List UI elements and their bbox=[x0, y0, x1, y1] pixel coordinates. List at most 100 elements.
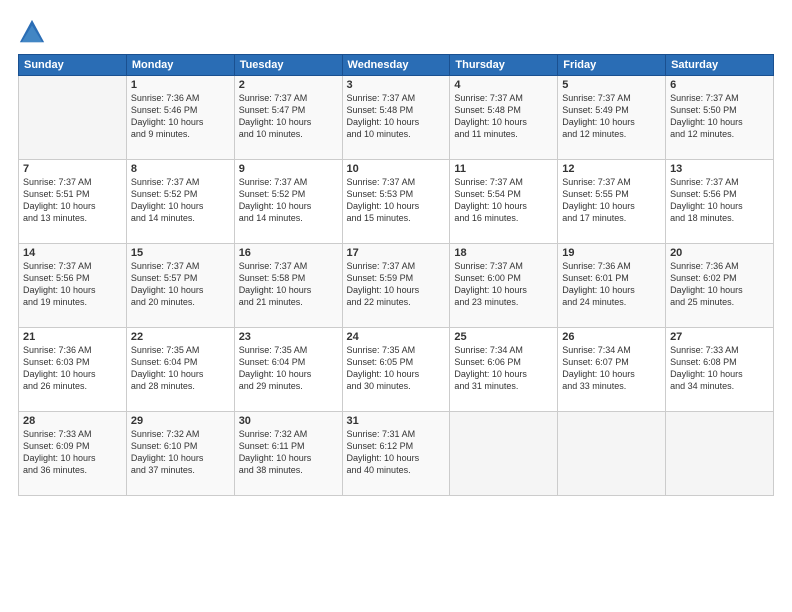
day-cell: 30Sunrise: 7:32 AMSunset: 6:11 PMDayligh… bbox=[234, 412, 342, 496]
day-info: Sunrise: 7:37 AMSunset: 5:52 PMDaylight:… bbox=[131, 176, 230, 225]
col-header-sunday: Sunday bbox=[19, 55, 127, 76]
day-info: Sunrise: 7:37 AMSunset: 5:47 PMDaylight:… bbox=[239, 92, 338, 141]
day-info: Sunrise: 7:37 AMSunset: 5:50 PMDaylight:… bbox=[670, 92, 769, 141]
day-number: 24 bbox=[347, 331, 446, 343]
logo-icon bbox=[18, 18, 46, 46]
day-number: 9 bbox=[239, 163, 338, 175]
day-number: 20 bbox=[670, 247, 769, 259]
logo bbox=[18, 18, 48, 46]
day-cell: 26Sunrise: 7:34 AMSunset: 6:07 PMDayligh… bbox=[558, 328, 666, 412]
week-row-3: 14Sunrise: 7:37 AMSunset: 5:56 PMDayligh… bbox=[19, 244, 774, 328]
day-info: Sunrise: 7:37 AMSunset: 5:51 PMDaylight:… bbox=[23, 176, 122, 225]
day-number: 8 bbox=[131, 163, 230, 175]
day-cell: 2Sunrise: 7:37 AMSunset: 5:47 PMDaylight… bbox=[234, 76, 342, 160]
day-cell: 25Sunrise: 7:34 AMSunset: 6:06 PMDayligh… bbox=[450, 328, 558, 412]
day-number: 5 bbox=[562, 79, 661, 91]
day-cell bbox=[450, 412, 558, 496]
day-cell: 21Sunrise: 7:36 AMSunset: 6:03 PMDayligh… bbox=[19, 328, 127, 412]
day-number: 27 bbox=[670, 331, 769, 343]
day-cell: 24Sunrise: 7:35 AMSunset: 6:05 PMDayligh… bbox=[342, 328, 450, 412]
day-cell: 20Sunrise: 7:36 AMSunset: 6:02 PMDayligh… bbox=[666, 244, 774, 328]
day-cell: 22Sunrise: 7:35 AMSunset: 6:04 PMDayligh… bbox=[126, 328, 234, 412]
day-cell: 5Sunrise: 7:37 AMSunset: 5:49 PMDaylight… bbox=[558, 76, 666, 160]
day-info: Sunrise: 7:36 AMSunset: 6:03 PMDaylight:… bbox=[23, 344, 122, 393]
day-info: Sunrise: 7:37 AMSunset: 5:48 PMDaylight:… bbox=[454, 92, 553, 141]
day-info: Sunrise: 7:37 AMSunset: 6:00 PMDaylight:… bbox=[454, 260, 553, 309]
day-info: Sunrise: 7:37 AMSunset: 5:54 PMDaylight:… bbox=[454, 176, 553, 225]
col-header-saturday: Saturday bbox=[666, 55, 774, 76]
day-cell: 31Sunrise: 7:31 AMSunset: 6:12 PMDayligh… bbox=[342, 412, 450, 496]
week-row-1: 1Sunrise: 7:36 AMSunset: 5:46 PMDaylight… bbox=[19, 76, 774, 160]
day-info: Sunrise: 7:31 AMSunset: 6:12 PMDaylight:… bbox=[347, 428, 446, 477]
day-info: Sunrise: 7:37 AMSunset: 5:58 PMDaylight:… bbox=[239, 260, 338, 309]
day-info: Sunrise: 7:35 AMSunset: 6:04 PMDaylight:… bbox=[239, 344, 338, 393]
week-row-5: 28Sunrise: 7:33 AMSunset: 6:09 PMDayligh… bbox=[19, 412, 774, 496]
day-number: 31 bbox=[347, 415, 446, 427]
day-cell: 29Sunrise: 7:32 AMSunset: 6:10 PMDayligh… bbox=[126, 412, 234, 496]
day-number: 12 bbox=[562, 163, 661, 175]
day-info: Sunrise: 7:37 AMSunset: 5:56 PMDaylight:… bbox=[23, 260, 122, 309]
day-info: Sunrise: 7:32 AMSunset: 6:10 PMDaylight:… bbox=[131, 428, 230, 477]
day-info: Sunrise: 7:33 AMSunset: 6:09 PMDaylight:… bbox=[23, 428, 122, 477]
day-info: Sunrise: 7:35 AMSunset: 6:05 PMDaylight:… bbox=[347, 344, 446, 393]
day-info: Sunrise: 7:36 AMSunset: 5:46 PMDaylight:… bbox=[131, 92, 230, 141]
page-header bbox=[18, 18, 774, 46]
day-cell: 19Sunrise: 7:36 AMSunset: 6:01 PMDayligh… bbox=[558, 244, 666, 328]
day-info: Sunrise: 7:36 AMSunset: 6:02 PMDaylight:… bbox=[670, 260, 769, 309]
day-info: Sunrise: 7:35 AMSunset: 6:04 PMDaylight:… bbox=[131, 344, 230, 393]
day-cell: 9Sunrise: 7:37 AMSunset: 5:52 PMDaylight… bbox=[234, 160, 342, 244]
week-row-4: 21Sunrise: 7:36 AMSunset: 6:03 PMDayligh… bbox=[19, 328, 774, 412]
col-header-tuesday: Tuesday bbox=[234, 55, 342, 76]
day-number: 23 bbox=[239, 331, 338, 343]
day-cell: 14Sunrise: 7:37 AMSunset: 5:56 PMDayligh… bbox=[19, 244, 127, 328]
day-cell: 27Sunrise: 7:33 AMSunset: 6:08 PMDayligh… bbox=[666, 328, 774, 412]
day-number: 29 bbox=[131, 415, 230, 427]
day-info: Sunrise: 7:37 AMSunset: 5:49 PMDaylight:… bbox=[562, 92, 661, 141]
day-info: Sunrise: 7:34 AMSunset: 6:07 PMDaylight:… bbox=[562, 344, 661, 393]
day-number: 16 bbox=[239, 247, 338, 259]
day-number: 11 bbox=[454, 163, 553, 175]
day-number: 28 bbox=[23, 415, 122, 427]
day-number: 22 bbox=[131, 331, 230, 343]
day-cell: 6Sunrise: 7:37 AMSunset: 5:50 PMDaylight… bbox=[666, 76, 774, 160]
day-cell: 12Sunrise: 7:37 AMSunset: 5:55 PMDayligh… bbox=[558, 160, 666, 244]
day-number: 6 bbox=[670, 79, 769, 91]
day-cell: 28Sunrise: 7:33 AMSunset: 6:09 PMDayligh… bbox=[19, 412, 127, 496]
day-info: Sunrise: 7:37 AMSunset: 5:48 PMDaylight:… bbox=[347, 92, 446, 141]
day-number: 25 bbox=[454, 331, 553, 343]
day-cell bbox=[666, 412, 774, 496]
day-number: 15 bbox=[131, 247, 230, 259]
day-cell: 4Sunrise: 7:37 AMSunset: 5:48 PMDaylight… bbox=[450, 76, 558, 160]
day-number: 19 bbox=[562, 247, 661, 259]
day-info: Sunrise: 7:37 AMSunset: 5:59 PMDaylight:… bbox=[347, 260, 446, 309]
day-cell: 16Sunrise: 7:37 AMSunset: 5:58 PMDayligh… bbox=[234, 244, 342, 328]
day-number: 26 bbox=[562, 331, 661, 343]
day-cell: 18Sunrise: 7:37 AMSunset: 6:00 PMDayligh… bbox=[450, 244, 558, 328]
day-cell: 15Sunrise: 7:37 AMSunset: 5:57 PMDayligh… bbox=[126, 244, 234, 328]
day-number: 17 bbox=[347, 247, 446, 259]
day-number: 3 bbox=[347, 79, 446, 91]
day-info: Sunrise: 7:37 AMSunset: 5:57 PMDaylight:… bbox=[131, 260, 230, 309]
day-cell: 17Sunrise: 7:37 AMSunset: 5:59 PMDayligh… bbox=[342, 244, 450, 328]
day-cell bbox=[19, 76, 127, 160]
col-header-friday: Friday bbox=[558, 55, 666, 76]
day-number: 2 bbox=[239, 79, 338, 91]
day-cell: 7Sunrise: 7:37 AMSunset: 5:51 PMDaylight… bbox=[19, 160, 127, 244]
day-cell bbox=[558, 412, 666, 496]
day-number: 13 bbox=[670, 163, 769, 175]
day-info: Sunrise: 7:37 AMSunset: 5:56 PMDaylight:… bbox=[670, 176, 769, 225]
col-header-monday: Monday bbox=[126, 55, 234, 76]
col-header-wednesday: Wednesday bbox=[342, 55, 450, 76]
day-info: Sunrise: 7:33 AMSunset: 6:08 PMDaylight:… bbox=[670, 344, 769, 393]
day-cell: 8Sunrise: 7:37 AMSunset: 5:52 PMDaylight… bbox=[126, 160, 234, 244]
day-cell: 13Sunrise: 7:37 AMSunset: 5:56 PMDayligh… bbox=[666, 160, 774, 244]
day-header-row: SundayMondayTuesdayWednesdayThursdayFrid… bbox=[19, 55, 774, 76]
day-number: 4 bbox=[454, 79, 553, 91]
day-number: 1 bbox=[131, 79, 230, 91]
day-number: 30 bbox=[239, 415, 338, 427]
day-cell: 10Sunrise: 7:37 AMSunset: 5:53 PMDayligh… bbox=[342, 160, 450, 244]
day-info: Sunrise: 7:36 AMSunset: 6:01 PMDaylight:… bbox=[562, 260, 661, 309]
day-cell: 1Sunrise: 7:36 AMSunset: 5:46 PMDaylight… bbox=[126, 76, 234, 160]
day-info: Sunrise: 7:37 AMSunset: 5:55 PMDaylight:… bbox=[562, 176, 661, 225]
day-number: 14 bbox=[23, 247, 122, 259]
